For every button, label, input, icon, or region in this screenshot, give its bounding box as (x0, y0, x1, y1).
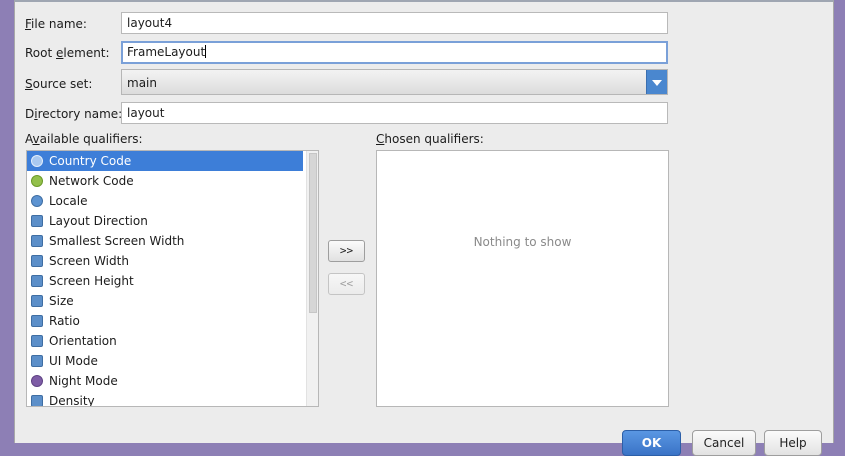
list-item-screen-height[interactable]: Screen Height (27, 271, 303, 291)
list-item-ratio[interactable]: Ratio (27, 311, 303, 331)
root-element-field[interactable]: FrameLayout (121, 41, 668, 64)
empty-list-text: Nothing to show (473, 235, 572, 249)
chosen-qualifiers-list[interactable]: Nothing to show (376, 150, 669, 407)
list-item-locale[interactable]: Locale (27, 191, 303, 211)
source-set-dropdown[interactable]: main (121, 69, 668, 95)
file-name-field[interactable] (121, 12, 668, 34)
available-qualifiers-list[interactable]: Country Code Network Code Locale Layout … (26, 150, 319, 407)
list-item-layout-direction[interactable]: Layout Direction (27, 211, 303, 231)
layout-direction-icon (31, 215, 43, 227)
file-name-label: File name: (25, 17, 87, 31)
network-code-icon (31, 175, 43, 187)
add-qualifier-button[interactable]: >> (328, 240, 365, 262)
ok-button[interactable]: OK (622, 430, 681, 456)
list-item-orientation[interactable]: Orientation (27, 331, 303, 351)
smallest-width-icon (31, 235, 43, 247)
source-set-value: main (127, 76, 157, 90)
list-item-smallest-screen-width[interactable]: Smallest Screen Width (27, 231, 303, 251)
new-resource-dialog: File name: Root element: FrameLayout Sou… (14, 0, 834, 456)
source-set-label: Source set: (25, 77, 93, 91)
list-item-night-mode[interactable]: Night Mode (27, 371, 303, 391)
chosen-qualifiers-label: Chosen qualifiers: (376, 132, 484, 146)
night-mode-icon (31, 375, 43, 387)
list-item-size[interactable]: Size (27, 291, 303, 311)
list-item-ui-mode[interactable]: UI Mode (27, 351, 303, 371)
size-icon (31, 295, 43, 307)
root-element-label: Root element: (25, 46, 110, 60)
scrollbar-thumb[interactable] (309, 153, 317, 313)
help-button[interactable]: Help (764, 430, 822, 456)
globe-icon (31, 195, 43, 207)
list-scrollbar[interactable] (306, 151, 318, 406)
remove-qualifier-button[interactable]: << (328, 273, 365, 295)
screen-height-icon (31, 275, 43, 287)
directory-name-field[interactable] (121, 102, 668, 124)
list-item-screen-width[interactable]: Screen Width (27, 251, 303, 271)
ui-mode-icon (31, 355, 43, 367)
list-item-network-code[interactable]: Network Code (27, 171, 303, 191)
orientation-icon (31, 335, 43, 347)
country-code-icon (31, 155, 43, 167)
chevron-down-icon[interactable] (646, 70, 667, 94)
ratio-icon (31, 315, 43, 327)
list-item-density[interactable]: Density (27, 391, 303, 406)
cancel-button[interactable]: Cancel (692, 430, 756, 456)
available-qualifiers-label: Available qualifiers: (25, 132, 143, 146)
density-icon (31, 395, 43, 406)
list-item-country-code[interactable]: Country Code (27, 151, 303, 171)
text-caret (205, 45, 207, 58)
screen-width-icon (31, 255, 43, 267)
directory-name-label: Directory name: (25, 107, 123, 121)
